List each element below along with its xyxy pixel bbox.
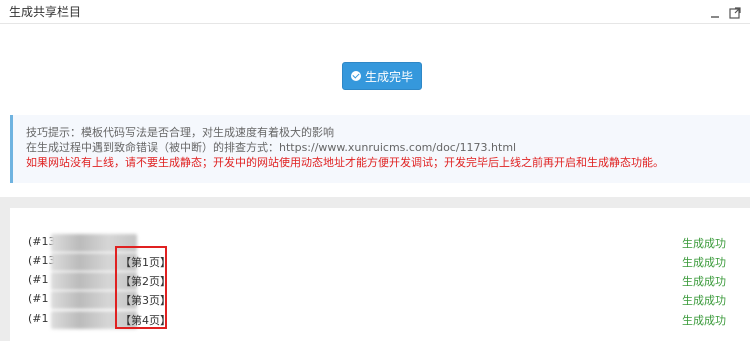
row-id: (#1	[28, 312, 49, 325]
check-circle-icon	[350, 71, 361, 81]
row-status: 生成成功	[682, 314, 726, 327]
tip-warning: 如果网站没有上线，请不要生成静态；开发中的网站使用动态地址才能方便开发调试；开发…	[26, 156, 664, 169]
highlight-annotation-box	[115, 246, 167, 329]
tip-line-1: 技巧提示：模板代码写法是否合理，对生成速度有着极大的影响	[26, 126, 334, 139]
row-id: (#1	[28, 292, 49, 305]
maximize-icon[interactable]	[728, 5, 742, 19]
tip-line-2: 在生成过程中遇到致命错误（被中断）的排查方式：https://www.xunru…	[26, 141, 517, 154]
panel-header: 生成共享栏目	[0, 0, 750, 24]
tips-box: 技巧提示：模板代码写法是否合理，对生成速度有着极大的影响 在生成过程中遇到致命错…	[10, 115, 750, 183]
row-status: 生成成功	[682, 294, 726, 307]
row-status: 生成成功	[682, 275, 726, 288]
row-status: 生成成功	[682, 256, 726, 269]
row-status: 生成成功	[682, 237, 726, 250]
generation-panel: 生成完毕 技巧提示：模板代码写法是否合理，对生成速度有着极大的影响 在生成过程中…	[0, 24, 750, 197]
panel-title: 生成共享栏目	[9, 5, 82, 19]
button-label: 生成完毕	[364, 69, 413, 84]
generation-complete-button[interactable]: 生成完毕	[342, 62, 422, 90]
row-id: (#1	[28, 273, 49, 286]
minimize-icon[interactable]	[708, 5, 722, 19]
